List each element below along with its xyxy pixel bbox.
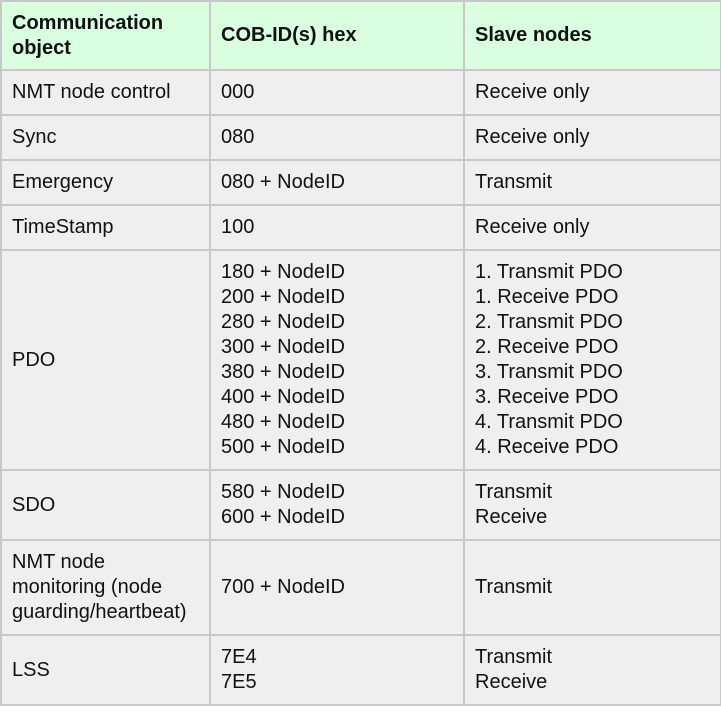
cell-cob-id: 7E4 7E5 bbox=[209, 634, 465, 706]
cell-slave: Transmit Receive bbox=[463, 634, 721, 706]
cob-id-table: Communication object COB-ID(s) hex Slave… bbox=[0, 0, 721, 706]
cell-cob-id: 080 bbox=[209, 114, 465, 161]
cell-cob-id: 180 + NodeID 200 + NodeID 280 + NodeID 3… bbox=[209, 249, 465, 471]
header-row: Communication object COB-ID(s) hex Slave… bbox=[0, 0, 721, 71]
cell-slave: Receive only bbox=[463, 114, 721, 161]
table-row: Emergency 080 + NodeID Transmit bbox=[0, 159, 721, 206]
header-communication-object: Communication object bbox=[0, 0, 211, 71]
cell-slave: Receive only bbox=[463, 69, 721, 116]
cell-object: LSS bbox=[0, 634, 211, 706]
cell-slave: Transmit bbox=[463, 539, 721, 636]
header-cob-id: COB-ID(s) hex bbox=[209, 0, 465, 71]
cell-slave: 1. Transmit PDO 1. Receive PDO 2. Transm… bbox=[463, 249, 721, 471]
cell-object: NMT node control bbox=[0, 69, 211, 116]
cell-cob-id: 080 + NodeID bbox=[209, 159, 465, 206]
table-row: NMT node control 000 Receive only bbox=[0, 69, 721, 116]
table-row: NMT node monitoring (node guarding/heart… bbox=[0, 539, 721, 636]
cell-object: PDO bbox=[0, 249, 211, 471]
cell-cob-id: 100 bbox=[209, 204, 465, 251]
cell-slave: Transmit Receive bbox=[463, 469, 721, 541]
cell-object: TimeStamp bbox=[0, 204, 211, 251]
cell-cob-id: 580 + NodeID 600 + NodeID bbox=[209, 469, 465, 541]
cell-object: Sync bbox=[0, 114, 211, 161]
table-row: LSS 7E4 7E5 Transmit Receive bbox=[0, 634, 721, 706]
table-row: PDO 180 + NodeID 200 + NodeID 280 + Node… bbox=[0, 249, 721, 471]
cell-cob-id: 700 + NodeID bbox=[209, 539, 465, 636]
table-row: TimeStamp 100 Receive only bbox=[0, 204, 721, 251]
cell-object: NMT node monitoring (node guarding/heart… bbox=[0, 539, 211, 636]
cell-object: SDO bbox=[0, 469, 211, 541]
cell-cob-id: 000 bbox=[209, 69, 465, 116]
table-row: Sync 080 Receive only bbox=[0, 114, 721, 161]
cell-object: Emergency bbox=[0, 159, 211, 206]
table-row: SDO 580 + NodeID 600 + NodeID Transmit R… bbox=[0, 469, 721, 541]
header-slave-nodes: Slave nodes bbox=[463, 0, 721, 71]
cell-slave: Receive only bbox=[463, 204, 721, 251]
cell-slave: Transmit bbox=[463, 159, 721, 206]
